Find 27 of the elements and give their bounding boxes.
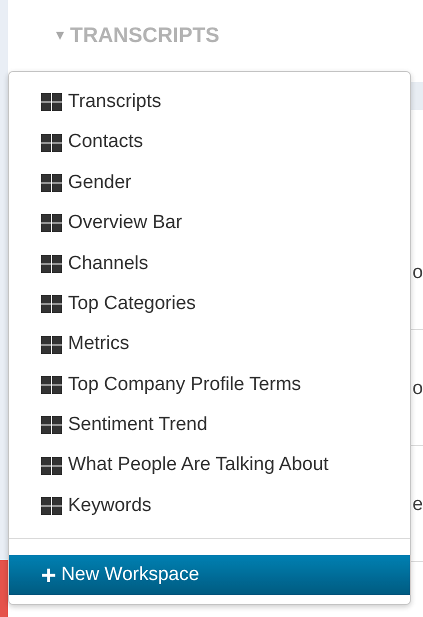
grid-icon bbox=[41, 174, 62, 192]
grid-icon bbox=[41, 254, 62, 273]
menu-item[interactable]: Top Company Profile Terms bbox=[9, 364, 410, 406]
menu-item[interactable]: What People Are Talking About bbox=[9, 446, 410, 486]
menu-item[interactable]: Metrics bbox=[9, 324, 410, 365]
menu-item[interactable]: Keywords bbox=[9, 486, 410, 526]
grid-icon bbox=[41, 336, 62, 354]
grid-icon bbox=[41, 214, 62, 232]
grid-icon bbox=[41, 93, 62, 112]
row-text: e bbox=[412, 492, 423, 516]
menu-item[interactable]: Channels bbox=[9, 244, 410, 284]
row-text: o bbox=[412, 260, 423, 284]
plus-icon: + bbox=[41, 562, 56, 588]
row-text: o bbox=[412, 376, 423, 400]
grid-icon bbox=[41, 134, 62, 152]
grid-icon bbox=[41, 456, 62, 475]
menu-item[interactable]: Sentiment Trend bbox=[9, 405, 410, 446]
grid-icon bbox=[41, 376, 62, 394]
grid-icon bbox=[41, 416, 62, 434]
menu-item[interactable]: Gender bbox=[9, 162, 410, 204]
menu-item[interactable]: Transcripts bbox=[9, 82, 410, 122]
menu-item[interactable]: Contacts bbox=[9, 122, 410, 163]
menu-item[interactable]: Overview Bar bbox=[9, 203, 410, 244]
new-workspace-button[interactable]: + New Workspace bbox=[9, 555, 410, 596]
grid-icon bbox=[41, 497, 62, 516]
menu-item[interactable]: Top Categories bbox=[9, 284, 410, 324]
grid-icon bbox=[41, 295, 62, 314]
